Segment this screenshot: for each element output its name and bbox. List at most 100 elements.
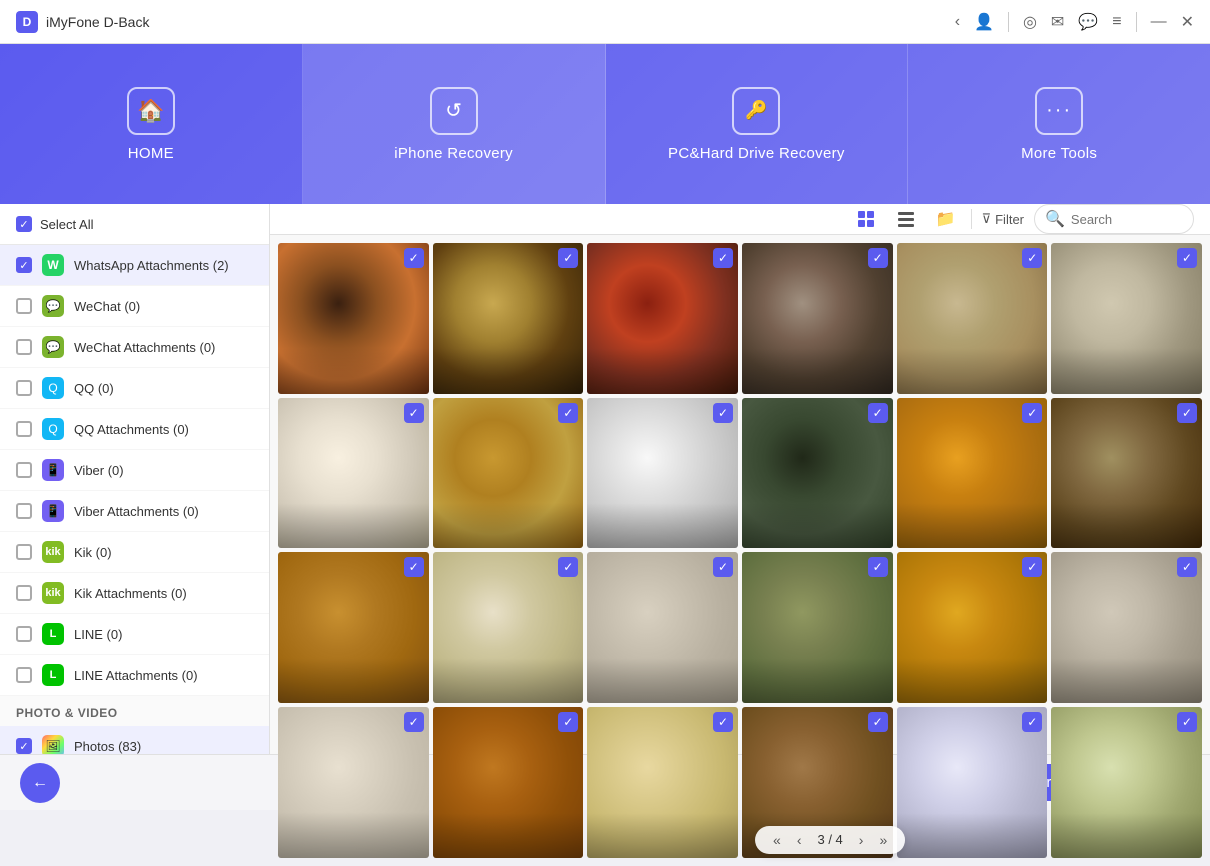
next-page-button[interactable]: › bbox=[853, 830, 870, 850]
photo-check-21[interactable]: ✓ bbox=[713, 712, 733, 732]
photo-check-6[interactable]: ✓ bbox=[1177, 248, 1197, 268]
chat-icon[interactable]: 💬 bbox=[1078, 12, 1098, 32]
sidebar-item-qq-attachments[interactable]: Q QQ Attachments (0) bbox=[0, 409, 269, 450]
kik-checkbox[interactable] bbox=[16, 544, 32, 560]
photo-cell-13[interactable]: ✓ bbox=[278, 552, 429, 703]
photo-cell-9[interactable]: ✓ bbox=[587, 398, 738, 549]
photo-cell-5[interactable]: ✓ bbox=[897, 243, 1048, 394]
photo-cell-4[interactable]: ✓ bbox=[742, 243, 893, 394]
sidebar-item-photos[interactable]: 🖼 Photos (83) bbox=[0, 726, 269, 754]
sidebar-item-line[interactable]: L LINE (0) bbox=[0, 614, 269, 655]
sidebar-item-wechat-attachments[interactable]: 💬 WeChat Attachments (0) bbox=[0, 327, 269, 368]
nav-pc-recovery[interactable]: 🔑 PC&Hard Drive Recovery bbox=[606, 44, 909, 204]
kik-attachments-checkbox[interactable] bbox=[16, 585, 32, 601]
sidebar-item-qq[interactable]: Q QQ (0) bbox=[0, 368, 269, 409]
back-button[interactable]: ← bbox=[20, 763, 60, 803]
sidebar-item-viber-attachments[interactable]: 📱 Viber Attachments (0) bbox=[0, 491, 269, 532]
photo-check-19[interactable]: ✓ bbox=[404, 712, 424, 732]
sidebar-item-line-attachments[interactable]: L LINE Attachments (0) bbox=[0, 655, 269, 696]
photo-check-15[interactable]: ✓ bbox=[713, 557, 733, 577]
prev-page-button[interactable]: ‹ bbox=[791, 830, 808, 850]
photo-check-22[interactable]: ✓ bbox=[868, 712, 888, 732]
photo-check-13[interactable]: ✓ bbox=[404, 557, 424, 577]
wechat-checkbox[interactable] bbox=[16, 298, 32, 314]
line-label: LINE (0) bbox=[74, 627, 122, 642]
photo-check-11[interactable]: ✓ bbox=[1022, 403, 1042, 423]
share-icon[interactable]: ‹ bbox=[955, 13, 960, 31]
photo-cell-15[interactable]: ✓ bbox=[587, 552, 738, 703]
photo-cell-6[interactable]: ✓ bbox=[1051, 243, 1202, 394]
viber-checkbox[interactable] bbox=[16, 462, 32, 478]
sidebar-item-whatsapp-attachments[interactable]: W WhatsApp Attachments (2) bbox=[0, 245, 269, 286]
photo-check-23[interactable]: ✓ bbox=[1022, 712, 1042, 732]
photo-check-9[interactable]: ✓ bbox=[713, 403, 733, 423]
menu-icon[interactable]: ≡ bbox=[1112, 13, 1121, 31]
list-view-button[interactable] bbox=[891, 204, 921, 234]
photo-cell-16[interactable]: ✓ bbox=[742, 552, 893, 703]
last-page-button[interactable]: » bbox=[873, 830, 893, 850]
viber-attachments-checkbox[interactable] bbox=[16, 503, 32, 519]
folder-button[interactable]: 📁 bbox=[931, 204, 961, 234]
user-icon[interactable]: 👤 bbox=[974, 12, 994, 32]
select-all-checkbox[interactable] bbox=[16, 216, 32, 232]
sidebar-item-kik-attachments[interactable]: kik Kik Attachments (0) bbox=[0, 573, 269, 614]
photo-check-5[interactable]: ✓ bbox=[1022, 248, 1042, 268]
photo-check-3[interactable]: ✓ bbox=[713, 248, 733, 268]
location-icon[interactable]: ◎ bbox=[1023, 12, 1037, 32]
sidebar-item-viber[interactable]: 📱 Viber (0) bbox=[0, 450, 269, 491]
photo-cell-1[interactable]: ✓ bbox=[278, 243, 429, 394]
photo-check-16[interactable]: ✓ bbox=[868, 557, 888, 577]
photo-cell-2[interactable]: ✓ bbox=[433, 243, 584, 394]
photo-check-7[interactable]: ✓ bbox=[404, 403, 424, 423]
photo-cell-8[interactable]: ✓ bbox=[433, 398, 584, 549]
photo-check-2[interactable]: ✓ bbox=[558, 248, 578, 268]
photo-check-8[interactable]: ✓ bbox=[558, 403, 578, 423]
search-box[interactable]: 🔍 bbox=[1034, 204, 1194, 234]
photo-check-12[interactable]: ✓ bbox=[1177, 403, 1197, 423]
photo-check-10[interactable]: ✓ bbox=[868, 403, 888, 423]
photo-cell-23[interactable]: ✓ bbox=[897, 707, 1048, 858]
photo-cell-18[interactable]: ✓ bbox=[1051, 552, 1202, 703]
photo-check-18[interactable]: ✓ bbox=[1177, 557, 1197, 577]
photo-cell-7[interactable]: ✓ bbox=[278, 398, 429, 549]
line-attachments-checkbox[interactable] bbox=[16, 667, 32, 683]
first-page-button[interactable]: « bbox=[767, 830, 787, 850]
photo-cell-10[interactable]: ✓ bbox=[742, 398, 893, 549]
photo-cell-3[interactable]: ✓ bbox=[587, 243, 738, 394]
sidebar-item-wechat[interactable]: 💬 WeChat (0) bbox=[0, 286, 269, 327]
photo-cell-12[interactable]: ✓ bbox=[1051, 398, 1202, 549]
sidebar-item-kik[interactable]: kik Kik (0) bbox=[0, 532, 269, 573]
photo-cell-17[interactable]: ✓ bbox=[897, 552, 1048, 703]
photos-checkbox[interactable] bbox=[16, 738, 32, 754]
qq-attachments-checkbox[interactable] bbox=[16, 421, 32, 437]
photo-cell-11[interactable]: ✓ bbox=[897, 398, 1048, 549]
close-button[interactable]: ✕ bbox=[1181, 12, 1194, 32]
photo-check-1[interactable]: ✓ bbox=[404, 248, 424, 268]
line-attachments-icon: L bbox=[42, 664, 64, 686]
minimize-button[interactable]: — bbox=[1151, 13, 1167, 31]
photo-cell-19[interactable]: ✓ bbox=[278, 707, 429, 858]
whatsapp-icon: W bbox=[42, 254, 64, 276]
qq-checkbox[interactable] bbox=[16, 380, 32, 396]
nav-more-tools[interactable]: ··· More Tools bbox=[908, 44, 1210, 204]
photo-cell-14[interactable]: ✓ bbox=[433, 552, 584, 703]
filter-button[interactable]: ⊽ Filter bbox=[982, 211, 1024, 227]
photo-check-14[interactable]: ✓ bbox=[558, 557, 578, 577]
title-bar-left: D iMyFone D-Back bbox=[16, 11, 149, 33]
mail-icon[interactable]: ✉ bbox=[1051, 12, 1064, 32]
grid-view-button[interactable] bbox=[851, 204, 881, 234]
photo-cell-21[interactable]: ✓ bbox=[587, 707, 738, 858]
line-checkbox[interactable] bbox=[16, 626, 32, 642]
search-input[interactable] bbox=[1071, 212, 1183, 227]
nav-home[interactable]: 🏠 HOME bbox=[0, 44, 303, 204]
photo-cell-20[interactable]: ✓ bbox=[433, 707, 584, 858]
photo-check-24[interactable]: ✓ bbox=[1177, 712, 1197, 732]
photo-cell-24[interactable]: ✓ bbox=[1051, 707, 1202, 858]
whatsapp-attachments-checkbox[interactable] bbox=[16, 257, 32, 273]
photo-check-4[interactable]: ✓ bbox=[868, 248, 888, 268]
divider2 bbox=[1136, 12, 1137, 32]
photo-check-20[interactable]: ✓ bbox=[558, 712, 578, 732]
wechat-attachments-checkbox[interactable] bbox=[16, 339, 32, 355]
nav-iphone-recovery[interactable]: ↺ iPhone Recovery bbox=[303, 44, 606, 204]
photo-check-17[interactable]: ✓ bbox=[1022, 557, 1042, 577]
